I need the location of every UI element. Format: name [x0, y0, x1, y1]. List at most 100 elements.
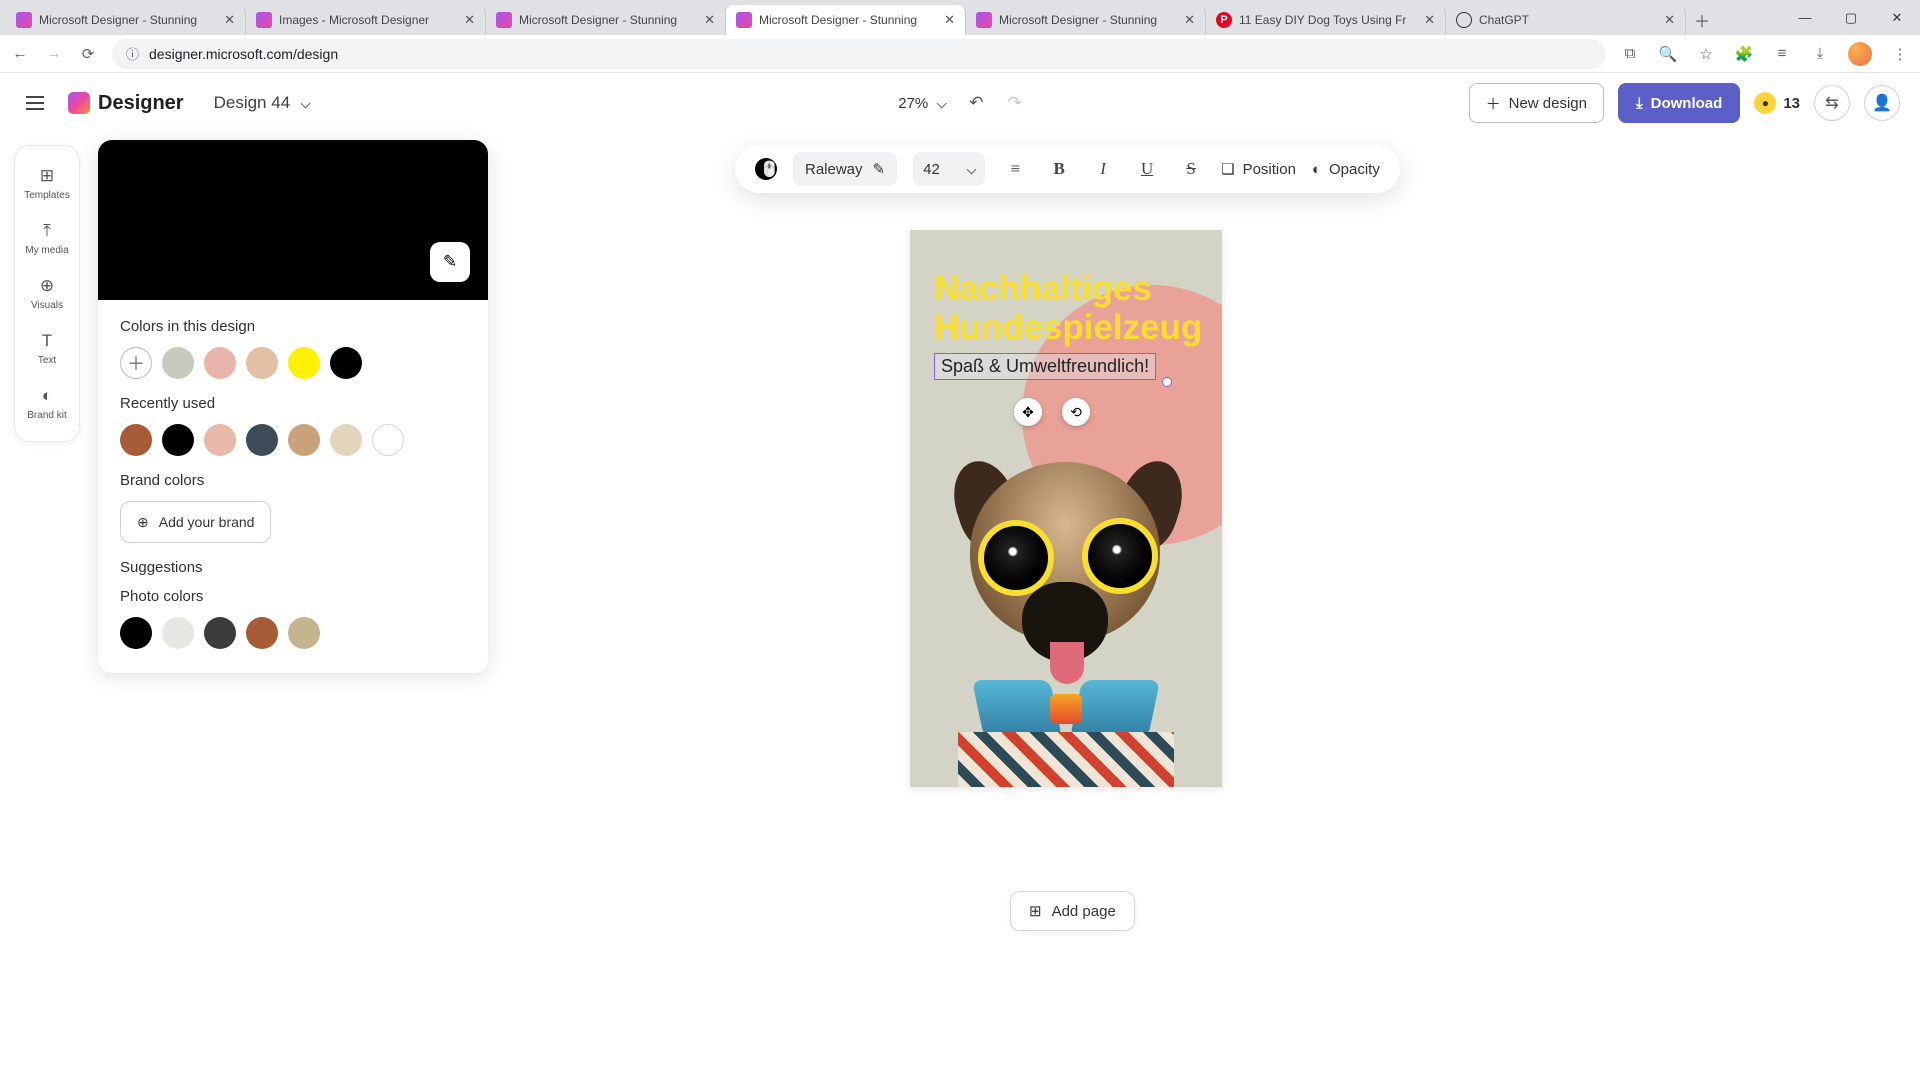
close-icon[interactable]: ✕ [224, 12, 235, 28]
color-swatch[interactable] [120, 424, 152, 456]
color-swatch[interactable] [120, 617, 152, 649]
close-icon[interactable]: ✕ [944, 12, 955, 28]
browser-tab[interactable]: Microsoft Designer - Stunning✕ [6, 5, 246, 35]
plus-icon: ＋ [1486, 93, 1501, 114]
color-swatch[interactable] [372, 424, 404, 456]
account-button[interactable]: 👤 [1864, 85, 1900, 121]
new-design-button[interactable]: ＋ New design [1469, 83, 1604, 123]
menu-icon[interactable]: ⋮ [1890, 45, 1910, 63]
color-swatch[interactable] [204, 424, 236, 456]
rail-brand-kit[interactable]: ◐Brand kit [15, 376, 79, 431]
close-icon[interactable]: ✕ [1424, 12, 1435, 28]
opacity-button[interactable]: ◐ Opacity [1312, 161, 1380, 178]
browser-tab[interactable]: Microsoft Designer - Stunning✕ [966, 5, 1206, 35]
undo-button[interactable]: ↶ [969, 93, 983, 113]
color-swatch[interactable] [288, 347, 320, 379]
color-swatch[interactable] [288, 617, 320, 649]
color-swatch[interactable] [162, 347, 194, 379]
color-swatch[interactable] [204, 347, 236, 379]
share-button[interactable]: ⇆ [1814, 85, 1850, 121]
minimize-button[interactable]: — [1782, 0, 1828, 35]
color-swatch[interactable] [246, 617, 278, 649]
italic-button[interactable]: I [1089, 155, 1117, 183]
profile-avatar[interactable] [1848, 42, 1872, 66]
close-window-button[interactable]: ✕ [1874, 0, 1920, 35]
add-color-button[interactable]: ＋ [120, 347, 152, 379]
color-swatch[interactable] [162, 617, 194, 649]
rail-my-media[interactable]: ⤒My media [15, 211, 79, 266]
browser-tab[interactable]: Images - Microsoft Designer✕ [246, 5, 486, 35]
add-brand-button[interactable]: ⊕ Add your brand [120, 501, 271, 543]
underline-button[interactable]: U [1133, 155, 1161, 183]
window-controls: — ▢ ✕ [1782, 0, 1920, 35]
templates-icon: ⊞ [40, 166, 54, 186]
font-size-dropdown[interactable]: 42 [913, 152, 985, 186]
text-color-button[interactable] [755, 158, 777, 180]
url-input[interactable]: ⓘ designer.microsoft.com/design [112, 39, 1606, 69]
download-button[interactable]: ⤓ Download [1618, 83, 1740, 123]
color-swatch[interactable] [162, 424, 194, 456]
position-button[interactable]: ❏ Position [1221, 160, 1296, 178]
color-swatch[interactable] [246, 347, 278, 379]
color-swatch[interactable] [204, 617, 236, 649]
close-icon[interactable]: ✕ [1664, 12, 1675, 28]
zoom-icon[interactable]: 🔍 [1658, 45, 1678, 63]
design-name-dropdown[interactable]: Design 44 [202, 87, 322, 119]
text-align-button[interactable]: ≡ [1001, 155, 1029, 183]
close-icon[interactable]: ✕ [464, 12, 475, 28]
credits-counter[interactable]: ● 13 [1754, 92, 1800, 114]
site-info-icon[interactable]: ⓘ [126, 44, 139, 63]
section-title: Photo colors [120, 588, 466, 605]
designer-favicon-icon [496, 12, 512, 28]
install-app-icon[interactable]: ⧉ [1620, 45, 1640, 62]
color-swatch[interactable] [330, 424, 362, 456]
rail-visuals[interactable]: ⊕Visuals [15, 266, 79, 321]
downloads-icon[interactable]: ⤓ [1810, 45, 1830, 62]
opacity-label: Opacity [1329, 161, 1380, 178]
redo-button[interactable]: ↷ [1008, 93, 1022, 113]
rail-templates[interactable]: ⊞Templates [15, 156, 79, 211]
eyedropper-button[interactable]: ✎ [430, 242, 470, 282]
bookmark-icon[interactable]: ☆ [1696, 45, 1716, 63]
color-swatch[interactable] [288, 424, 320, 456]
canvas-subline-selected[interactable]: Spaß & Umweltfreundlich! [934, 353, 1156, 380]
font-family-dropdown[interactable]: Raleway ✎ [793, 152, 897, 186]
canvas-headline[interactable]: Nachhaltiges Hundespielzeug [934, 270, 1202, 347]
strikethrough-button[interactable]: S [1177, 155, 1205, 183]
extensions-icon[interactable]: 🧩 [1734, 45, 1754, 63]
design-canvas[interactable]: Nachhaltiges Hundespielzeug Spaß & Umwel… [910, 230, 1222, 787]
browser-tab[interactable]: ChatGPT✕ [1446, 5, 1686, 35]
add-page-label: Add page [1052, 903, 1116, 920]
add-page-button[interactable]: ⊞ Add page [1010, 891, 1135, 931]
brand[interactable]: Designer [68, 92, 184, 115]
canvas-image-pug[interactable] [920, 432, 1212, 787]
hamburger-menu-button[interactable] [20, 88, 50, 118]
opacity-icon: ◐ [1312, 161, 1321, 178]
color-preview-area[interactable]: ✎ [98, 140, 488, 300]
section-title: Recently used [120, 395, 466, 412]
close-icon[interactable]: ✕ [1184, 12, 1195, 28]
color-swatch[interactable] [246, 424, 278, 456]
reading-list-icon[interactable]: ≡ [1772, 45, 1792, 62]
forward-button[interactable]: → [44, 45, 64, 62]
close-icon[interactable]: ✕ [704, 12, 715, 28]
bold-button[interactable]: B [1045, 155, 1073, 183]
rail-text[interactable]: TText [15, 321, 79, 376]
app-header: Designer Design 44 27% ↶ ↷ ＋ New design … [0, 73, 1920, 133]
browser-tab-active[interactable]: Microsoft Designer - Stunning✕ [726, 5, 966, 35]
back-button[interactable]: ← [10, 45, 30, 62]
reload-button[interactable]: ⟳ [78, 45, 98, 63]
chevron-down-icon [937, 98, 947, 108]
selection-handle[interactable] [1162, 377, 1172, 387]
new-tab-button[interactable]: ＋ [1686, 5, 1718, 35]
section-title: Brand colors [120, 472, 466, 489]
maximize-button[interactable]: ▢ [1828, 0, 1874, 35]
text-format-toolbar: Raleway ✎ 42 ≡ B I U S ❏ Position ◐ Opac… [735, 145, 1400, 193]
canvas-area[interactable]: Nachhaltiges Hundespielzeug Spaß & Umwel… [490, 200, 1920, 1080]
move-handle[interactable]: ✥ [1014, 398, 1042, 426]
zoom-dropdown[interactable]: 27% [898, 95, 945, 112]
browser-tab[interactable]: Microsoft Designer - Stunning✕ [486, 5, 726, 35]
color-swatch[interactable] [330, 347, 362, 379]
browser-tab[interactable]: P11 Easy DIY Dog Toys Using Fr✕ [1206, 5, 1446, 35]
rotate-handle[interactable]: ⟲ [1062, 398, 1090, 426]
